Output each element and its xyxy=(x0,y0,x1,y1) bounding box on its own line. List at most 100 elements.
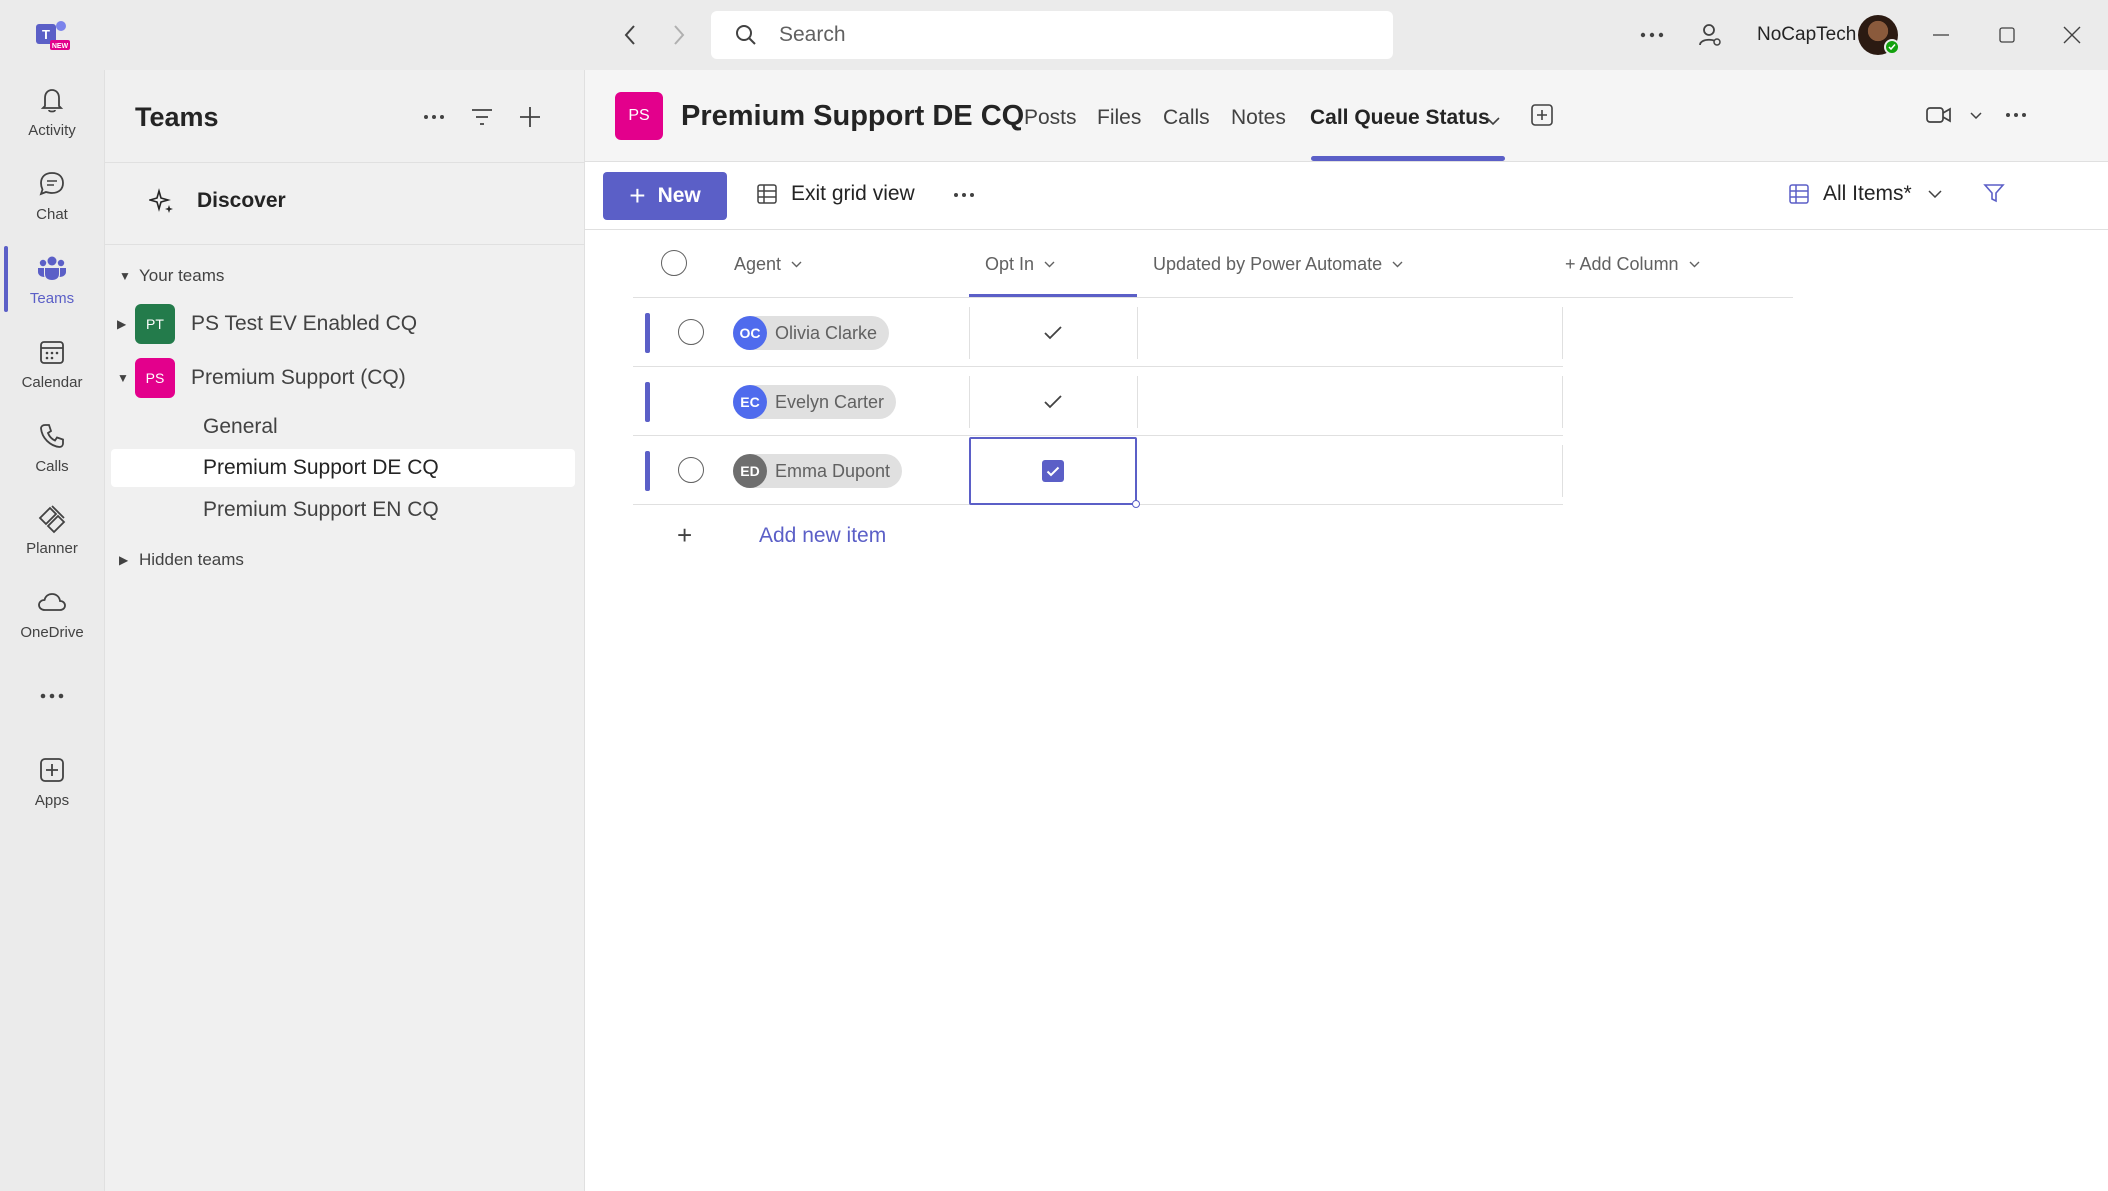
cell-divider xyxy=(1562,376,1563,428)
channel-item-general[interactable]: General xyxy=(111,408,575,446)
add-column-button[interactable]: + Add Column xyxy=(1565,254,1700,275)
forward-button[interactable] xyxy=(664,20,694,50)
avatar: OC xyxy=(733,316,767,350)
more-options-icon[interactable] xyxy=(419,102,449,132)
maximize-button[interactable] xyxy=(1992,20,2022,50)
rail-item-chat[interactable]: Chat xyxy=(0,168,104,248)
rail-item-calendar[interactable]: Calendar xyxy=(0,336,104,416)
new-label: New xyxy=(657,184,701,207)
hidden-teams-header[interactable]: ▶ Hidden teams xyxy=(119,550,244,570)
rail-more-button[interactable] xyxy=(0,680,104,720)
tab-chevron-down-icon[interactable] xyxy=(1478,106,1508,136)
rail-label: OneDrive xyxy=(20,624,84,641)
table-row[interactable]: EC Evelyn Carter xyxy=(633,368,1563,436)
video-camera-icon[interactable] xyxy=(1924,100,1954,130)
exit-grid-view-button[interactable]: Exit grid view xyxy=(757,182,915,206)
opt-in-cell-editing[interactable] xyxy=(969,437,1140,508)
checkmark-icon xyxy=(1044,395,1062,409)
new-item-button[interactable]: + New xyxy=(603,172,727,220)
rail-label: Calendar xyxy=(21,374,83,391)
filter-button[interactable] xyxy=(1983,182,2019,204)
close-button[interactable] xyxy=(2057,20,2087,50)
view-selector[interactable]: All Items* xyxy=(1789,182,1942,206)
section-label: Hidden teams xyxy=(139,550,244,569)
minimize-button[interactable] xyxy=(1926,20,1956,50)
new-badge: NEW xyxy=(52,43,69,50)
tab-files[interactable]: Files xyxy=(1097,106,1141,130)
add-icon[interactable] xyxy=(515,102,545,132)
add-new-item-button[interactable]: + Add new item xyxy=(677,520,886,551)
meet-chevron-down-icon[interactable] xyxy=(1961,100,1991,130)
column-header-updated-by-power-automate[interactable]: Updated by Power Automate xyxy=(1153,254,1403,275)
rail-item-planner[interactable]: Planner xyxy=(0,502,104,582)
rail-item-activity[interactable]: Activity xyxy=(0,84,104,164)
column-label: Agent xyxy=(734,254,782,274)
back-button[interactable] xyxy=(615,20,645,50)
opt-in-cell[interactable] xyxy=(969,368,1137,436)
row-select-checkbox[interactable] xyxy=(678,319,704,345)
sparkle-icon xyxy=(149,188,173,213)
cell-divider xyxy=(1562,445,1563,497)
cell-divider xyxy=(1137,376,1138,428)
people-settings-icon[interactable] xyxy=(1695,20,1725,50)
checkmark-icon xyxy=(1044,326,1062,340)
search-input[interactable]: Search xyxy=(711,11,1393,59)
table-row[interactable]: OC Olivia Clarke xyxy=(633,299,1563,367)
channel-item-premium-support-en-cq[interactable]: Premium Support EN CQ xyxy=(111,491,575,529)
avatar: ED xyxy=(733,454,767,488)
team-badge: PS xyxy=(135,358,175,398)
channel-header: PS Premium Support DE CQ Posts Files Cal… xyxy=(585,70,2108,162)
opt-in-checkbox[interactable] xyxy=(1042,460,1064,482)
team-item-premium-support[interactable]: ▼ PS Premium Support (CQ) xyxy=(117,358,406,398)
opt-in-cell[interactable] xyxy=(969,299,1137,367)
main-content: PS Premium Support DE CQ Posts Files Cal… xyxy=(584,70,2108,1191)
table-row[interactable]: ED Emma Dupont xyxy=(633,437,1563,508)
column-header-agent[interactable]: Agent xyxy=(734,254,802,275)
plus-icon: + xyxy=(677,520,693,550)
column-header-opt-in[interactable]: Opt In xyxy=(985,254,1055,275)
cell-divider xyxy=(1137,307,1138,359)
presence-available-icon xyxy=(1884,39,1900,55)
filter-lines-icon[interactable] xyxy=(467,102,497,132)
caret-down-icon: ▼ xyxy=(119,269,131,283)
caret-down-icon: ▼ xyxy=(117,371,129,385)
section-label: Your teams xyxy=(139,266,225,285)
rail-item-onedrive[interactable]: OneDrive xyxy=(0,586,104,666)
title-bar: T NEW Search NoCapTech xyxy=(0,0,2108,70)
person-pill[interactable]: EC Evelyn Carter xyxy=(733,385,897,419)
person-pill[interactable]: OC Olivia Clarke xyxy=(733,316,890,350)
grid-header: Agent Opt In Updated by Power Automate +… xyxy=(633,230,1793,298)
channel-team-badge: PS xyxy=(615,92,663,140)
channel-item-premium-support-de-cq[interactable]: Premium Support DE CQ xyxy=(111,449,575,487)
exit-grid-label: Exit grid view xyxy=(791,182,915,205)
more-options-icon[interactable] xyxy=(1637,20,1667,50)
add-tab-icon[interactable] xyxy=(1527,100,1557,130)
select-all-checkbox[interactable] xyxy=(661,250,687,276)
org-name[interactable]: NoCapTech xyxy=(1757,24,1856,46)
rail-item-calls[interactable]: Calls xyxy=(0,420,104,500)
team-item-ps-test[interactable]: ▶ PT PS Test EV Enabled CQ xyxy=(117,304,417,344)
tab-calls[interactable]: Calls xyxy=(1163,106,1210,130)
cell-resize-handle[interactable] xyxy=(1132,500,1140,508)
more-options-icon[interactable] xyxy=(2001,100,2031,130)
rail-item-teams[interactable]: Teams xyxy=(0,252,104,332)
row-select-checkbox[interactable] xyxy=(678,457,704,483)
app-rail: Activity Chat Teams Calendar Calls Plann… xyxy=(0,70,104,1191)
chevron-down-icon xyxy=(1044,261,1055,268)
more-options-icon[interactable] xyxy=(953,192,989,198)
search-placeholder: Search xyxy=(779,23,846,46)
your-teams-header[interactable]: ▼ Your teams xyxy=(119,266,224,286)
chat-icon xyxy=(39,172,64,196)
person-name: Evelyn Carter xyxy=(775,391,885,412)
view-layout-icon xyxy=(1789,184,1809,204)
person-pill[interactable]: ED Emma Dupont xyxy=(733,454,903,488)
rail-item-apps[interactable]: Apps xyxy=(0,754,104,834)
tab-call-queue-status[interactable]: Call Queue Status xyxy=(1310,106,1490,130)
tab-posts[interactable]: Posts xyxy=(1024,106,1077,130)
tab-notes[interactable]: Notes xyxy=(1231,106,1286,130)
discover-button[interactable]: Discover xyxy=(149,188,286,214)
column-label: Updated by Power Automate xyxy=(1153,254,1383,274)
column-label: + Add Column xyxy=(1565,254,1679,274)
calendar-icon xyxy=(40,341,64,364)
divider xyxy=(105,162,585,163)
